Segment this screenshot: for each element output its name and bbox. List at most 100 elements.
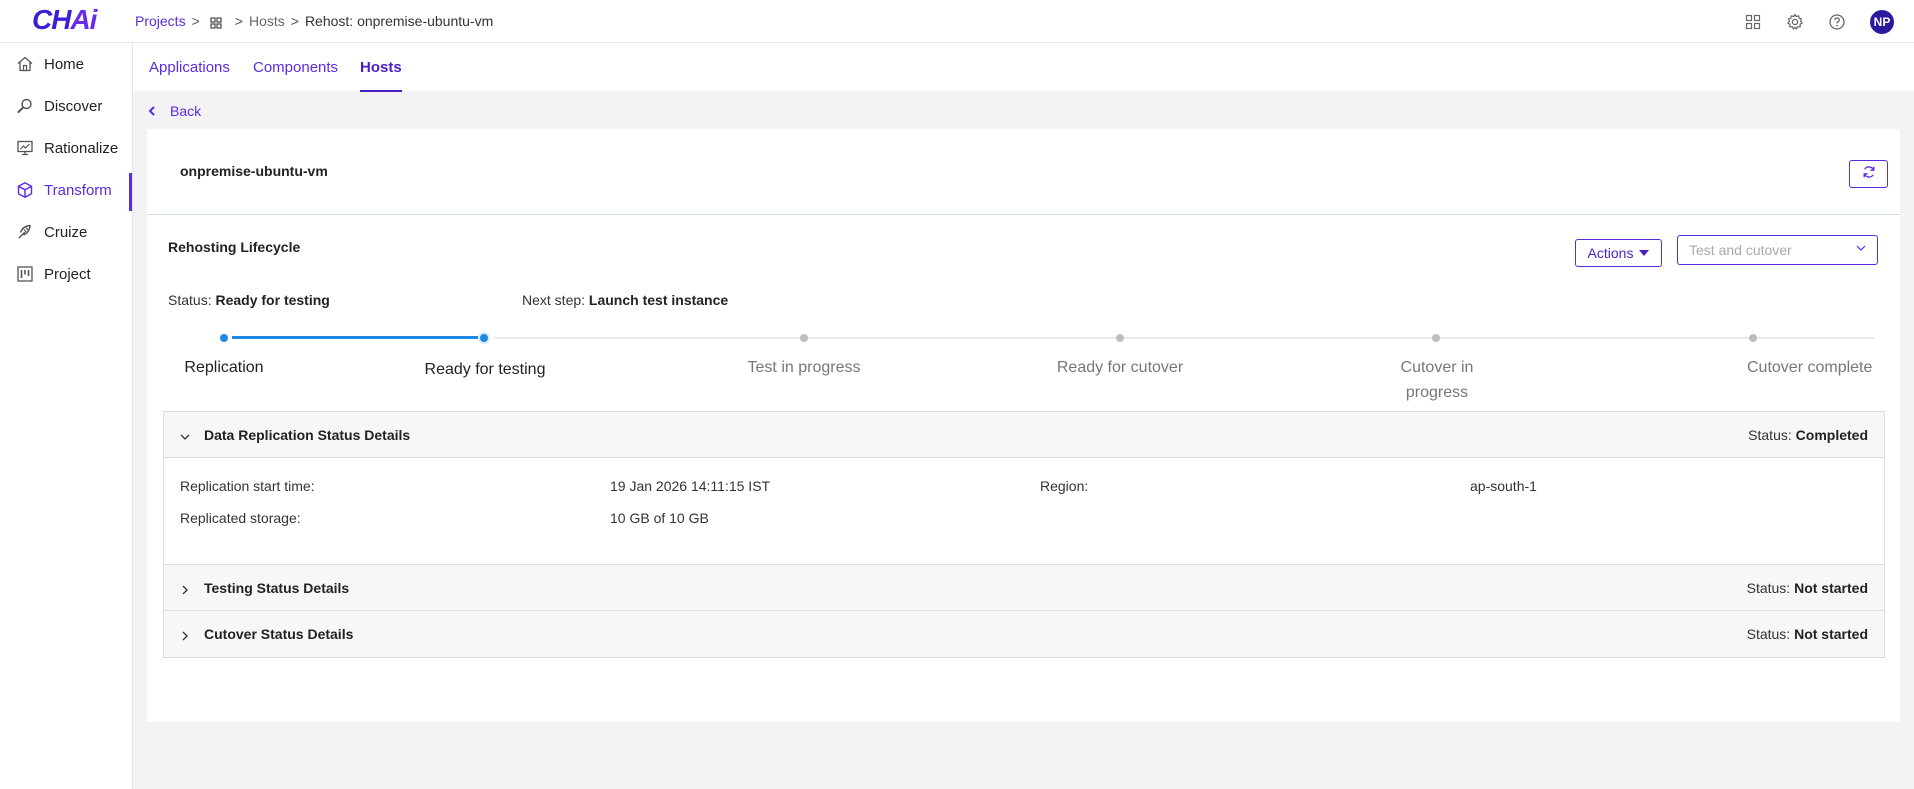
divider <box>147 214 1900 215</box>
step-label-ready-for-cutover: Ready for cutover <box>1056 359 1184 376</box>
testing-section-title: Testing Status Details <box>204 580 350 596</box>
region-value: ap-south-1 <box>1470 478 1537 494</box>
back-label: Back <box>170 103 202 119</box>
sidebar-item-label: Rationalize <box>44 139 119 157</box>
top-icons: NP <box>1744 10 1894 34</box>
chevron-right-icon <box>180 582 190 599</box>
sidebar-item-discover[interactable]: Discover <box>0 85 132 127</box>
cutover-status: Status: Not started <box>1747 626 1868 642</box>
actions-label: Actions <box>1587 245 1634 261</box>
replicated-storage-label: Replicated storage: <box>180 510 301 526</box>
cutover-section-header[interactable]: Cutover Status Details Status: Not start… <box>164 611 1884 657</box>
apps-grid-icon[interactable] <box>1744 13 1762 31</box>
chevron-right-icon <box>180 628 190 645</box>
step-label-cutover-complete: Cutover complete <box>1747 359 1873 376</box>
breadcrumb-separator: > <box>191 13 200 29</box>
sidebar-item-label: Transform <box>44 181 112 199</box>
status-label: Status: <box>1748 427 1792 443</box>
sidebar-item-label: Cruize <box>44 223 88 241</box>
region-label: Region: <box>1040 478 1089 494</box>
tab-hosts[interactable]: Hosts <box>360 59 402 92</box>
step-dot-cutover-in-progress <box>1432 334 1440 342</box>
lifecycle-status: Status: Ready for testing <box>168 292 330 308</box>
sidebar-item-home[interactable]: Home <box>0 43 132 85</box>
chevron-down-icon <box>180 429 190 446</box>
step-dot-test-in-progress <box>800 334 808 342</box>
sidebar-item-label: Project <box>44 265 91 283</box>
home-icon <box>16 55 34 73</box>
next-step-label: Next step: <box>522 292 586 308</box>
cruize-icon <box>16 223 34 241</box>
breadcrumb-projects-link[interactable]: Projects <box>135 13 186 29</box>
status-value: Ready for testing <box>215 292 330 308</box>
tab-applications[interactable]: Applications <box>149 59 230 76</box>
sidebar-item-label: Home <box>44 55 85 73</box>
replication-status: Status: Completed <box>1748 427 1868 443</box>
sidebar: Home Discover Rationalize Transform Crui… <box>0 43 133 789</box>
status-value: Completed <box>1795 427 1868 443</box>
replication-section-body: Replication start time: 19 Jan 2026 14:1… <box>164 458 1884 565</box>
cutover-section-title: Cutover Status Details <box>204 626 354 642</box>
tab-bar: Applications Components Hosts <box>133 43 1914 92</box>
breadcrumb-current: Rehost: onpremise-ubuntu-vm <box>304 13 494 29</box>
sidebar-item-label: Discover <box>44 97 103 115</box>
status-value: Not started <box>1794 626 1868 642</box>
sidebar-item-project[interactable]: Project <box>0 253 132 295</box>
chevron-down-icon <box>1855 241 1867 257</box>
step-dot-replication <box>220 334 228 342</box>
host-name: onpremise-ubuntu-vm <box>180 163 328 179</box>
status-accordion: Data Replication Status Details Status: … <box>163 411 1885 658</box>
back-link[interactable]: Back <box>148 103 201 119</box>
status-label: Status: <box>168 292 212 308</box>
stepper-track-complete <box>232 336 478 339</box>
phase-select-placeholder: Test and cutover <box>1689 242 1792 258</box>
lifecycle-title: Rehosting Lifecycle <box>168 239 301 255</box>
status-label: Status: <box>1746 626 1791 642</box>
main-content: Applications Components Hosts Back onpre… <box>133 43 1914 789</box>
help-icon[interactable] <box>1828 13 1846 31</box>
breadcrumb-separator: > <box>234 13 243 29</box>
refresh-icon <box>1862 165 1876 183</box>
breadcrumb-separator: > <box>290 13 299 29</box>
status-value: Not started <box>1794 580 1868 596</box>
step-dot-cutover-complete <box>1749 334 1757 342</box>
testing-status: Status: Not started <box>1747 580 1868 596</box>
sidebar-item-transform[interactable]: Transform <box>0 169 132 211</box>
caret-down-icon <box>1639 250 1650 256</box>
tab-components[interactable]: Components <box>253 59 338 76</box>
replicated-storage-value: 10 GB of 10 GB <box>610 510 709 526</box>
refresh-button[interactable] <box>1849 160 1888 188</box>
status-label: Status: <box>1746 580 1791 596</box>
replication-section-header[interactable]: Data Replication Status Details Status: … <box>164 412 1884 458</box>
step-label-test-in-progress: Test in progress <box>747 359 861 376</box>
next-step-value: Launch test instance <box>588 292 729 308</box>
testing-section-header[interactable]: Testing Status Details Status: Not start… <box>164 565 1884 611</box>
top-bar: CHAi Projects > > Hosts > Rehost: onprem… <box>0 0 1914 43</box>
stepper-track-pending <box>494 337 1874 339</box>
step-label-cutover-in-progress: Cutover in progress <box>1400 359 1474 401</box>
grid-icon[interactable] <box>210 16 222 29</box>
sidebar-item-cruize[interactable]: Cruize <box>0 211 132 253</box>
replication-section-title: Data Replication Status Details <box>204 427 411 443</box>
step-dot-ready-for-cutover <box>1116 334 1124 342</box>
lifecycle-stepper: Replication Ready for testing Test in pr… <box>147 329 1900 401</box>
transform-icon <box>16 181 34 199</box>
next-step: Next step: Launch test instance <box>522 292 728 308</box>
actions-button[interactable]: Actions <box>1575 239 1662 267</box>
project-icon <box>16 265 34 283</box>
user-avatar[interactable]: NP <box>1870 10 1894 34</box>
sidebar-item-rationalize[interactable]: Rationalize <box>0 127 132 169</box>
gear-icon[interactable] <box>1786 13 1804 31</box>
breadcrumb: Projects > > Hosts > Rehost: onpremise-u… <box>135 13 493 29</box>
breadcrumb-hosts-link[interactable]: Hosts <box>249 13 285 29</box>
replication-start-label: Replication start time: <box>180 478 315 494</box>
chevron-left-icon <box>148 103 156 119</box>
step-label-ready-for-testing: Ready for testing <box>424 361 546 378</box>
chai-logo[interactable]: CHAi <box>32 4 97 38</box>
step-dot-ready-for-testing <box>478 332 490 344</box>
rationalize-icon <box>16 139 34 157</box>
discover-icon <box>16 97 34 115</box>
step-label-replication: Replication <box>184 359 264 376</box>
replication-start-value: 19 Jan 2026 14:11:15 IST <box>610 478 771 494</box>
phase-select[interactable]: Test and cutover <box>1677 235 1878 265</box>
